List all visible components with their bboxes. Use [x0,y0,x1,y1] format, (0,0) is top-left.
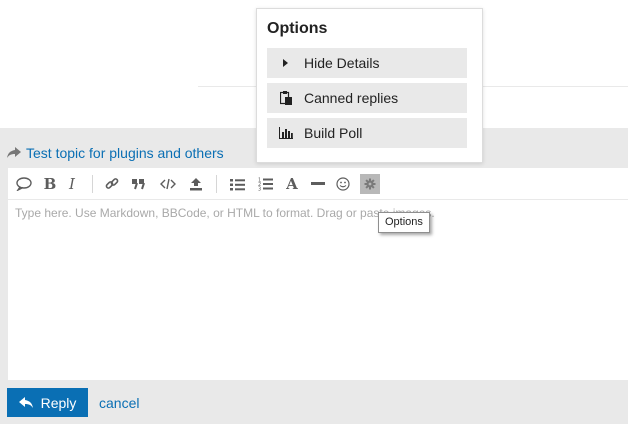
horizontal-rule-icon[interactable] [308,174,328,194]
reply-icon [18,396,33,408]
popup-title: Options [267,20,328,37]
emoji-icon[interactable] [333,174,353,194]
bullet-list-icon[interactable] [227,174,247,194]
upload-icon[interactable] [186,174,206,194]
reply-button[interactable]: Reply [7,388,88,417]
canned-replies-label: Canned replies [304,90,399,106]
share-icon [7,147,21,158]
editor[interactable]: B I 123 A Type here. Use Markdown, BBCod… [8,168,628,380]
blockquote-icon[interactable] [128,174,148,194]
submit-panel: Reply cancel [7,388,139,417]
hide-details-item[interactable]: Hide Details [267,48,467,78]
cancel-link[interactable]: cancel [99,395,139,411]
reply-to-link[interactable]: Test topic for plugins and others [7,144,224,162]
gear-icon[interactable] [360,174,380,194]
composer: Test topic for plugins and others B I 1 … [0,128,628,424]
numbered-list-icon[interactable]: 123 [255,174,275,194]
quote-bubble-icon[interactable] [14,174,34,194]
code-icon[interactable] [158,174,178,194]
bar-chart-icon [267,118,304,148]
canned-replies-item[interactable]: Canned replies [267,83,467,113]
link-icon[interactable] [102,174,122,194]
composer-textarea[interactable]: Type here. Use Markdown, BBCode, or HTML… [15,206,435,220]
italic-button[interactable]: I [62,174,82,194]
svg-text:3: 3 [258,187,261,192]
build-poll-item[interactable]: Build Poll [267,118,467,148]
reply-button-label: Reply [40,394,77,411]
caret-right-icon [267,48,304,78]
editor-toolbar: B I 123 A [8,168,628,200]
heading-button[interactable]: A [282,174,302,194]
build-poll-label: Build Poll [304,125,363,141]
toolbar-separator [92,175,93,193]
options-tooltip: Options [378,212,430,233]
options-popup: Options Hide Details Canned replies Buil… [256,8,483,163]
bold-button[interactable]: B [40,174,60,194]
toolbar-separator [216,175,217,193]
clipboard-icon [267,83,304,113]
hide-details-label: Hide Details [304,55,380,71]
reply-to-title: Test topic for plugins and others [26,145,224,161]
